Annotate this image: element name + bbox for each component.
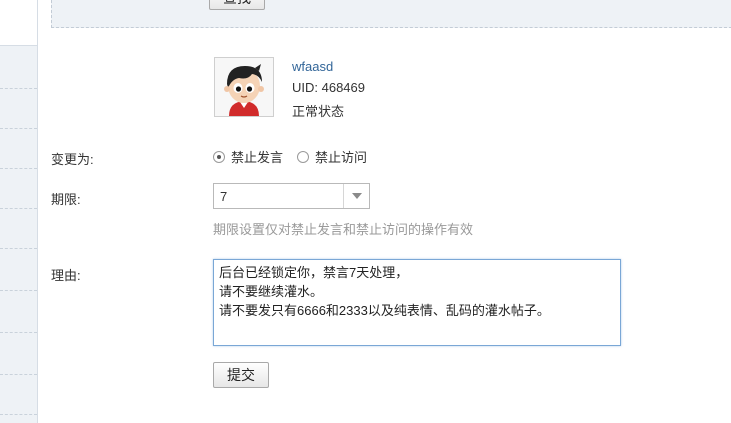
- sidebar-top-block: [0, 0, 37, 46]
- sidebar-divider: [0, 128, 37, 129]
- radio-label: 禁止访问: [315, 150, 368, 165]
- sidebar-divider: [0, 332, 37, 333]
- change-to-label: 变更为:: [51, 152, 94, 167]
- reason-line: 后台已经锁定你，禁言7天处理，: [219, 265, 409, 280]
- search-panel: [51, 0, 731, 28]
- radio-button[interactable]: [297, 150, 310, 163]
- username-link[interactable]: wfaasd: [292, 59, 333, 74]
- period-label: 期限:: [51, 192, 81, 207]
- sidebar-divider: [0, 290, 37, 291]
- sidebar-divider: [0, 374, 37, 375]
- search-button[interactable]: 查找: [209, 0, 265, 10]
- radio-label: 禁止发言: [231, 150, 284, 165]
- period-select[interactable]: 7: [213, 183, 370, 209]
- action-radio-group: 禁止发言 禁止访问: [213, 147, 381, 166]
- sidebar-divider: [0, 248, 37, 249]
- submit-button[interactable]: 提交: [213, 362, 269, 388]
- radio-ban-access[interactable]: 禁止访问: [297, 147, 367, 166]
- sidebar-divider: [0, 168, 37, 169]
- sidebar-divider: [0, 414, 37, 415]
- user-status: 正常状态: [292, 104, 345, 119]
- sidebar-divider: [0, 208, 37, 209]
- period-hint: 期限设置仅对禁止发言和禁止访问的操作有效: [213, 222, 474, 237]
- chevron-down-icon[interactable]: [343, 184, 369, 208]
- radio-button-checked[interactable]: [213, 150, 225, 163]
- user-uid: UID: 468469: [292, 80, 365, 95]
- period-select-value: 7: [220, 188, 228, 204]
- reason-label: 理由:: [51, 268, 81, 283]
- reason-line: 请不要发只有6666和2333以及纯表情、乱码的灌水帖子。: [219, 303, 550, 318]
- reason-line: 请不要继续灌水。: [219, 284, 324, 299]
- reason-textarea[interactable]: 后台已经锁定你，禁言7天处理， 请不要继续灌水。 请不要发只有6666和2333…: [213, 259, 621, 346]
- sidebar-divider: [0, 88, 37, 89]
- radio-ban-speech[interactable]: 禁止发言: [213, 147, 283, 166]
- avatar: [214, 57, 274, 117]
- left-sidebar: [0, 0, 38, 423]
